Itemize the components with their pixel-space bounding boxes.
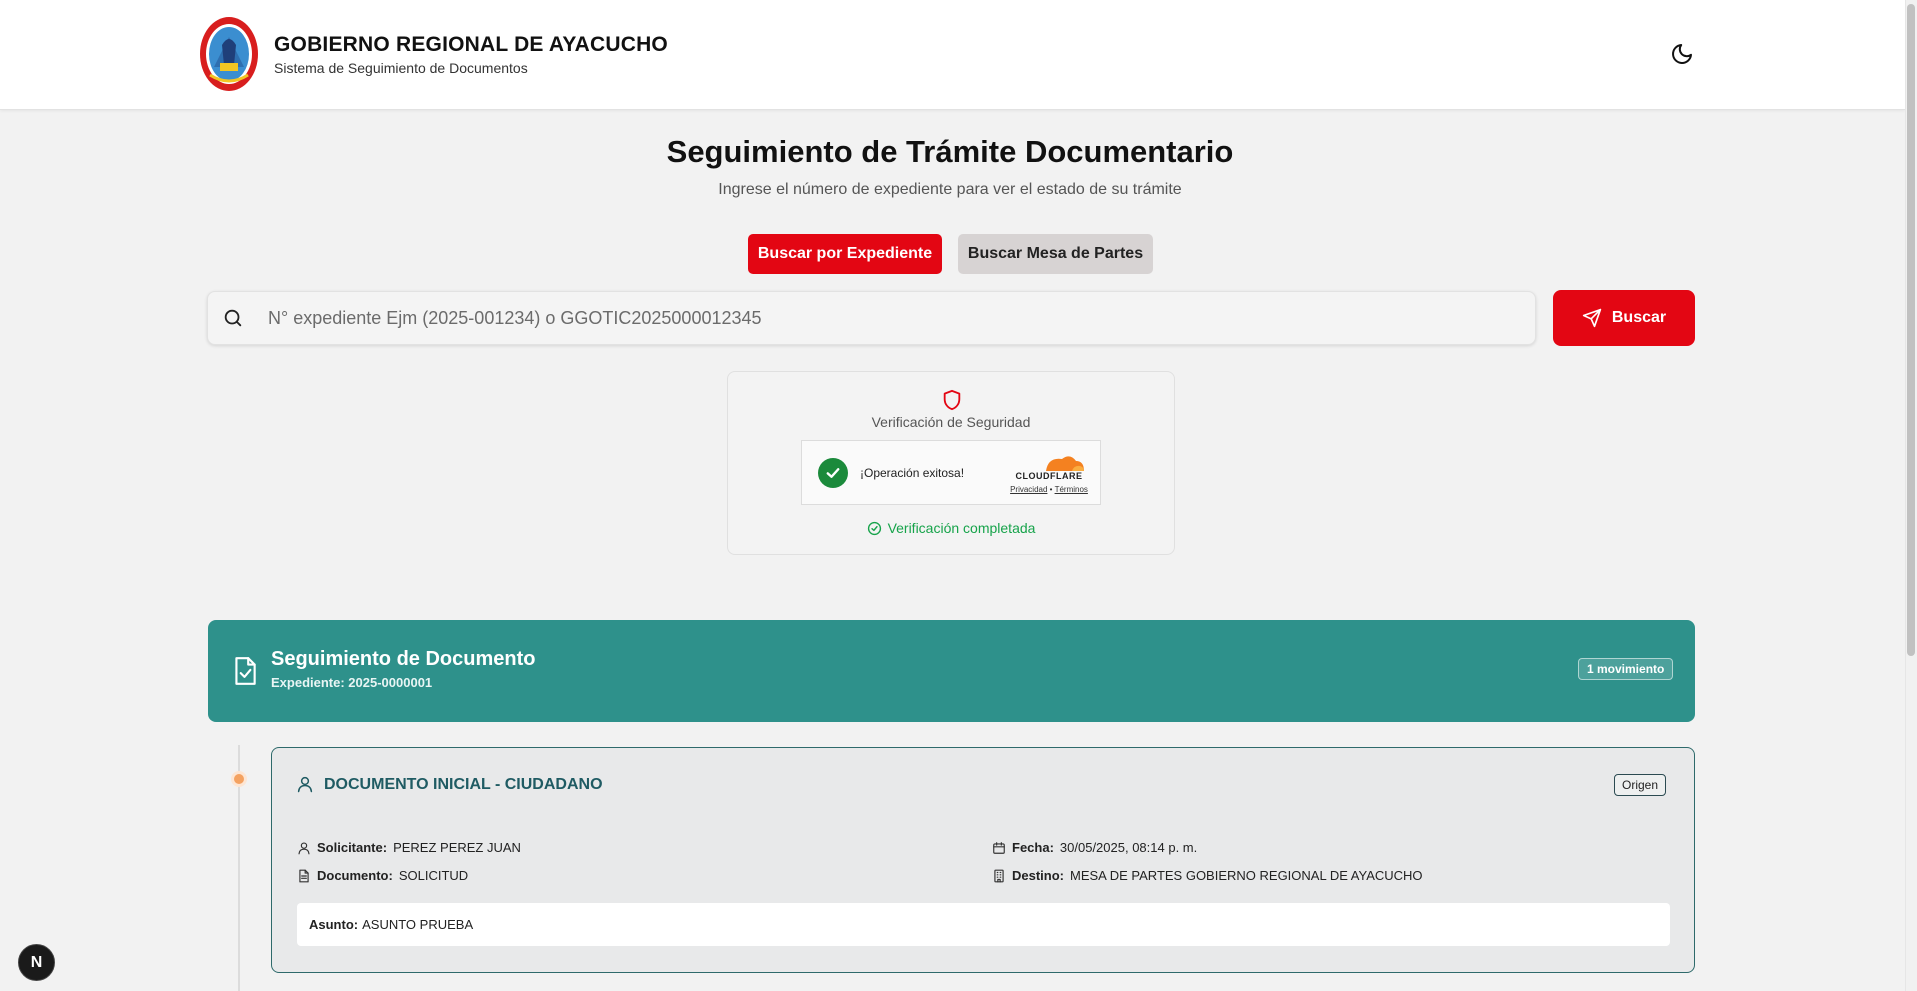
page-scrollbar-thumb[interactable] <box>1907 4 1915 656</box>
fecha-field: Fecha: 30/05/2025, 08:14 p. m. <box>992 840 1197 855</box>
check-circle-icon <box>867 521 881 535</box>
tab-buscar-mesa-partes[interactable]: Buscar Mesa de Partes <box>958 234 1153 274</box>
shield-icon <box>943 389 961 411</box>
building-icon <box>994 869 1004 882</box>
cloudflare-turnstile-widget[interactable]: ¡Operación exitosa! CLOUDFLARE Privacida… <box>801 440 1101 505</box>
moon-icon <box>1672 44 1692 64</box>
movement-card: DOCUMENTO INICIAL - CIUDADANO Origen Sol… <box>271 747 1695 973</box>
file-check-icon <box>235 657 256 685</box>
movement-title: DOCUMENTO INICIAL - CIUDADANO <box>324 776 603 793</box>
origin-badge: Origen <box>1614 774 1667 796</box>
success-check-icon <box>818 458 848 488</box>
tracking-expediente: Expediente: 2025-0000001 <box>271 675 433 690</box>
verification-title: Verificación de Seguridad <box>871 414 1031 430</box>
fecha-value: 30/05/2025, 08:14 p. m. <box>1059 840 1198 855</box>
documento-value: SOLICITUD <box>398 868 469 883</box>
solicitante-label: Solicitante: <box>317 840 388 855</box>
verification-completed-status: Verificación completada <box>728 520 1174 536</box>
privacy-link[interactable]: Privacidad <box>1010 485 1047 494</box>
asunto-label: Asunto: <box>309 917 359 932</box>
link-separator: • <box>1049 485 1053 494</box>
fecha-label: Fecha: <box>1012 840 1054 855</box>
search-button[interactable]: Buscar <box>1553 290 1695 346</box>
search-box <box>207 291 1536 345</box>
send-icon <box>1582 308 1602 328</box>
nextjs-dev-badge[interactable]: N <box>18 944 55 981</box>
user-icon <box>298 841 310 854</box>
terms-link[interactable]: Términos <box>1055 485 1088 494</box>
asunto-value: ASUNTO PRUEBA <box>362 917 474 932</box>
page-subtitle: Ingrese el número de expediente para ver… <box>718 181 1182 198</box>
tab-buscar-expediente[interactable]: Buscar por Expediente <box>748 234 942 274</box>
search-icon <box>224 309 242 327</box>
solicitante-value: PEREZ PEREZ JUAN <box>393 840 521 855</box>
turnstile-links: Privacidad • Términos <box>1002 485 1096 494</box>
file-text-icon <box>299 869 309 882</box>
user-icon <box>297 776 313 793</box>
verification-completed-text: Verificación completada <box>887 520 1036 536</box>
tracking-header: Seguimiento de Documento Expediente: 202… <box>208 620 1695 722</box>
page-title: Seguimiento de Trámite Documentario <box>666 134 1234 169</box>
documento-label: Documento: <box>317 868 393 883</box>
destino-value: MESA DE PARTES GOBIERNO REGIONAL DE AYAC… <box>1070 868 1423 883</box>
documento-field: Documento: SOLICITUD <box>297 868 468 883</box>
search-button-label: Buscar <box>1611 309 1667 326</box>
header-subtitle: Sistema de Seguimiento de Documentos <box>274 60 528 76</box>
destino-field: Destino: MESA DE PARTES GOBIERNO REGIONA… <box>992 868 1423 883</box>
timeline-dot <box>234 774 244 784</box>
calendar-icon <box>993 841 1005 854</box>
app-header: GOBIERNO REGIONAL DE AYACUCHO Sistema de… <box>0 0 1905 110</box>
gobierno-regional-logo <box>198 15 260 93</box>
tracking-title: Seguimiento de Documento <box>271 648 536 670</box>
asunto-box: Asunto: ASUNTO PRUEBA <box>297 903 1670 946</box>
turnstile-status-text: ¡Operación exitosa! <box>860 466 965 480</box>
movements-count-badge: 1 movimiento <box>1578 658 1674 680</box>
destino-label: Destino: <box>1012 868 1064 883</box>
solicitante-field: Solicitante: PEREZ PEREZ JUAN <box>297 840 521 855</box>
cloudflare-brand: CLOUDFLARE <box>1015 471 1083 481</box>
header-title: GOBIERNO REGIONAL DE AYACUCHO <box>274 33 668 56</box>
expediente-search-input[interactable] <box>268 300 1508 336</box>
security-verification-card: Verificación de Seguridad ¡Operación exi… <box>727 371 1175 555</box>
theme-toggle-button[interactable] <box>1668 40 1696 68</box>
